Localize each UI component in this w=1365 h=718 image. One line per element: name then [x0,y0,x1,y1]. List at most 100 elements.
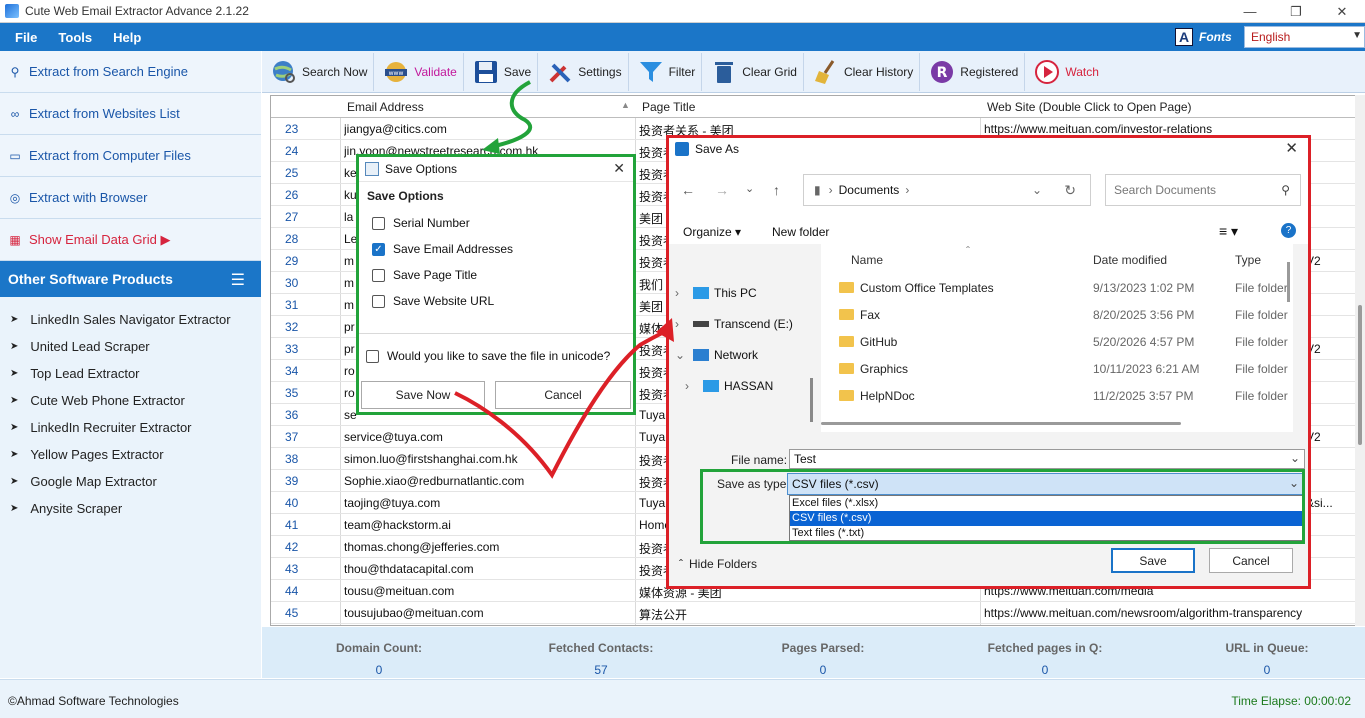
column-name[interactable]: Name [851,253,883,267]
file-date: 8/20/2025 3:56 PM [1093,308,1195,322]
show-email-data-grid-button[interactable]: ▦ Show Email Data Grid ▶ [0,219,261,261]
settings-button[interactable]: Settings [538,52,629,91]
extract-websites-list-button[interactable]: ∞ Extract from Websites List [0,93,261,135]
new-folder-button[interactable]: New folder [772,225,829,239]
fonts-label: Fonts [1199,30,1232,44]
file-row[interactable]: Graphics 10/11/2023 6:21 AM File folder [821,355,1293,382]
row-email: taojing@tuya.com [344,496,441,510]
product-linkedin-recruiter-extractor[interactable]: ➤ LinkedIn Recruiter Extractor [0,414,261,441]
back-icon[interactable]: ← [681,182,695,198]
language-select[interactable]: English ▼ [1244,26,1365,48]
grid-vertical-scrollbar[interactable] [1355,95,1365,626]
file-row[interactable]: Custom Office Templates 9/13/2023 1:02 PM… [821,274,1293,301]
maximize-button[interactable]: ❐ [1273,0,1319,23]
product-linkedin-sales-navigator[interactable]: ➤ LinkedIn Sales Navigator Extractor [0,306,261,333]
chevron-down-icon[interactable]: ⌄ [745,182,754,195]
search-now-button[interactable]: Search Now [262,52,375,91]
tree-scrollbar[interactable] [810,378,813,422]
scrollbar-thumb[interactable] [1358,305,1362,445]
cancel-save-options-button[interactable]: Cancel [495,381,631,409]
address-bar[interactable]: ▮ › Documents › ⌄ ↻ [803,174,1091,206]
row-page-title: 算法公开 [639,608,688,622]
checkbox[interactable] [372,268,385,282]
row-number: 42 [285,540,299,554]
product-anysite-scraper[interactable]: ➤ Anysite Scraper [0,495,261,522]
save-button[interactable]: Save [1111,548,1195,573]
help-icon[interactable]: ? [1281,223,1296,238]
close-icon[interactable]: ✕ [1285,139,1298,157]
watch-button[interactable]: Watch [1025,53,1105,91]
up-icon[interactable]: ↑ [773,182,780,198]
clear-history-button[interactable]: Clear History [804,52,921,91]
minimize-button[interactable]: — [1227,0,1273,23]
extract-computer-files-button[interactable]: ▭ Extract from Computer Files [0,135,261,177]
tree-hassan[interactable]: › HASSAN [685,379,773,393]
product-top-lead-extractor[interactable]: ➤ Top Lead Extractor [0,360,261,387]
row-number: 25 [285,166,299,180]
file-row[interactable]: Fax 8/20/2025 3:56 PM File folder [821,301,1293,328]
network-icon [693,349,709,361]
tree-transcend[interactable]: › Transcend (E:) [675,317,793,331]
navigation-tree: › This PC › Transcend (E:) ⌄ Network › HASSA… [675,248,805,448]
product-label: Yellow Pages Extractor [30,447,164,462]
cancel-button[interactable]: Cancel [1209,548,1293,573]
file-date: 11/2/2025 3:57 PM [1093,389,1194,403]
product-cute-web-phone-extractor[interactable]: ➤ Cute Web Phone Extractor [0,387,261,414]
chevron-down-icon[interactable]: ⌄ [1032,183,1042,197]
registered-button[interactable]: R Registered [920,52,1026,91]
hide-folders-button[interactable]: ˆ Hide Folders [679,557,757,571]
validate-button[interactable]: www Validate [374,52,464,91]
file-name-input[interactable]: Test ⌄ [789,449,1305,469]
hamburger-icon[interactable]: ☰ [231,270,245,290]
file-list-scrollbar[interactable] [1287,262,1290,302]
column-page-title[interactable]: Page Title [642,100,695,114]
status-bar: Domain Count: 0 Fetched Contacts: 57 Pag… [262,627,1365,678]
organize-label: Organize [683,225,732,239]
tree-this-pc[interactable]: › This PC [675,286,757,300]
menu-file[interactable]: File [15,30,37,45]
unicode-option[interactable]: Would you like to save the file in unico… [366,349,610,363]
product-united-lead-scraper[interactable]: ➤ United Lead Scraper [0,333,261,360]
table-row[interactable]: 45 tousujubao@meituan.com 算法公开 https://www.… [271,602,1364,624]
horizontal-scrollbar[interactable] [821,422,1181,425]
extract-with-browser-button[interactable]: ◎ Extract with Browser [0,177,261,219]
search-documents-input[interactable]: Search Documents ⚲ [1105,174,1301,206]
checkbox-checked[interactable]: ✓ [372,242,385,256]
save-type-highlight [700,469,1305,544]
column-email[interactable]: Email Address [347,100,424,114]
checkbox[interactable] [372,294,385,308]
organize-button[interactable]: Organize ▾ [683,225,741,239]
chevron-down-icon[interactable]: ⌄ [1290,451,1300,465]
file-row[interactable]: HelpNDoc 11/2/2025 3:57 PM File folder [821,382,1293,409]
close-window-button[interactable]: ✕ [1319,0,1365,23]
checkbox[interactable] [366,349,379,363]
view-menu-icon[interactable]: ≡ ▾ [1219,223,1238,240]
filter-button[interactable]: Filter [629,52,703,91]
file-list[interactable]: Name ˆ Date modified Type Custom Office … [821,244,1293,432]
column-type[interactable]: Type [1235,253,1261,267]
save-email-option[interactable]: ✓ Save Email Addresses [372,242,513,256]
file-row[interactable]: GitHub 5/20/2026 4:57 PM File folder [821,328,1293,355]
menu-tools[interactable]: Tools [58,30,92,45]
save-toolbar-button[interactable]: Save [464,52,539,91]
refresh-icon[interactable]: ↻ [1064,182,1076,199]
tree-network[interactable]: ⌄ Network [675,348,758,362]
checkbox[interactable] [372,216,385,230]
product-google-map-extractor[interactable]: ➤ Google Map Extractor [0,468,261,495]
save-page-title-option[interactable]: Save Page Title [372,268,477,282]
breadcrumb-documents[interactable]: Documents [839,183,900,197]
save-website-url-option[interactable]: Save Website URL [372,294,494,308]
fonts-button[interactable]: A Fonts [1175,27,1232,47]
save-now-button[interactable]: Save Now [361,381,485,409]
clear-grid-button[interactable]: Clear Grid [702,52,804,91]
column-website[interactable]: Web Site (Double Click to Open Page) [987,100,1192,114]
product-label: LinkedIn Recruiter Extractor [30,420,192,435]
forward-icon[interactable]: → [715,182,729,198]
product-yellow-pages-extractor[interactable]: ➤ Yellow Pages Extractor [0,441,261,468]
menu-help[interactable]: Help [113,30,141,45]
row-website: V2 [1306,254,1321,268]
close-icon[interactable]: ✕ [613,160,625,177]
serial-number-option[interactable]: Serial Number [372,216,470,230]
column-date-modified[interactable]: Date modified [1093,253,1167,267]
extract-search-engine-button[interactable]: ⚲ Extract from Search Engine [0,51,261,93]
